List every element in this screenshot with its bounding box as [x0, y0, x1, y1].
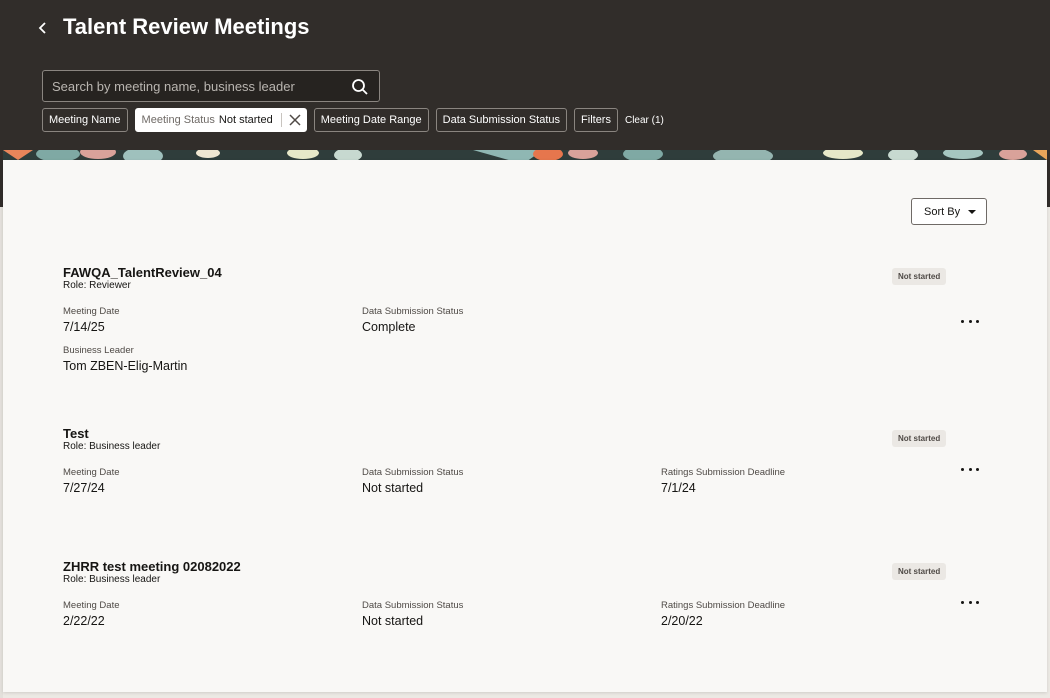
meeting-date-value: 7/14/25 — [63, 320, 105, 334]
meeting-date-label: Meeting Date — [63, 306, 120, 317]
more-actions-button[interactable] — [961, 464, 979, 474]
meeting-status-filter-value: Not started — [218, 114, 273, 126]
more-actions-button[interactable] — [961, 597, 979, 607]
status-badge: Not started — [892, 268, 947, 285]
chip-divider — [280, 113, 282, 127]
meeting-date-field: Meeting Date 7/27/24 — [63, 467, 120, 495]
sort-by-button[interactable]: Sort By — [911, 198, 987, 225]
meeting-role: Role: Business leader — [63, 574, 161, 585]
business-leader-field: Business Leader Tom ZBEN-Elig-Martin — [63, 345, 187, 373]
meeting-date-label: Meeting Date — [63, 600, 120, 611]
more-icon-dot — [961, 319, 964, 323]
meeting-status-filter[interactable]: Meeting Status Not started — [134, 108, 307, 132]
data-submission-field: Data Submission Status Not started — [362, 600, 463, 628]
more-icon-dot — [976, 319, 979, 323]
meeting-title[interactable]: ZHRR test meeting 02082022 — [63, 559, 241, 574]
meeting-name-filter[interactable]: Meeting Name — [42, 108, 128, 132]
data-submission-value: Complete — [362, 320, 416, 334]
meeting-date-field: Meeting Date 7/14/25 — [63, 306, 120, 334]
ratings-deadline-value: 2/20/22 — [661, 614, 703, 628]
business-leader-value: Tom ZBEN-Elig-Martin — [63, 359, 188, 373]
meeting-date-label: Meeting Date — [63, 467, 120, 478]
data-submission-field: Data Submission Status Complete — [362, 306, 463, 334]
data-submission-label: Data Submission Status — [362, 467, 464, 478]
close-icon — [289, 114, 301, 126]
meeting-date-value: 2/22/22 — [63, 614, 105, 628]
data-submission-field: Data Submission Status Not started — [362, 467, 463, 495]
data-submission-value: Not started — [362, 481, 424, 495]
clear-filters-link[interactable]: Clear (1) — [625, 115, 664, 126]
status-badge: Not started — [892, 430, 947, 447]
meeting-date-range-filter[interactable]: Meeting Date Range — [313, 108, 429, 132]
meeting-card: ZHRR test meeting 02082022 Role: Busines… — [63, 559, 993, 629]
data-submission-status-filter[interactable]: Data Submission Status — [435, 108, 568, 132]
chevron-left-icon — [38, 22, 46, 34]
status-badge: Not started — [892, 563, 947, 580]
meeting-card: Test Role: Business leader Not started M… — [63, 426, 993, 496]
page-title: Talent Review Meetings — [63, 14, 310, 39]
search-field[interactable] — [42, 70, 380, 102]
more-icon-dot — [961, 600, 964, 604]
search-input[interactable] — [43, 71, 343, 101]
more-icon-dot — [968, 467, 972, 471]
more-icon-dot — [976, 467, 979, 471]
ratings-deadline-label: Ratings Submission Deadline — [661, 600, 786, 611]
meeting-role: Role: Reviewer — [63, 280, 131, 291]
data-submission-value: Not started — [362, 614, 424, 628]
more-actions-button[interactable] — [961, 316, 979, 326]
meeting-date-value: 7/27/24 — [63, 481, 105, 495]
back-button[interactable] — [32, 17, 54, 39]
remove-filter-button[interactable] — [288, 113, 302, 127]
meeting-date-field: Meeting Date 2/22/22 — [63, 600, 120, 628]
ratings-deadline-field: Ratings Submission Deadline 2/20/22 — [661, 600, 785, 628]
meeting-status-filter-label: Meeting Status — [141, 114, 215, 126]
sort-by-label: Sort By — [924, 205, 961, 218]
filters-button[interactable]: Filters — [574, 108, 618, 132]
meeting-title[interactable]: Test — [63, 426, 89, 441]
ratings-deadline-field: Ratings Submission Deadline 7/1/24 — [661, 467, 785, 495]
data-submission-label: Data Submission Status — [362, 306, 464, 317]
business-leader-label: Business Leader — [63, 345, 134, 356]
meeting-card: FAWQA_TalentReview_04 Role: Reviewer Not… — [63, 265, 993, 375]
more-icon-dot — [968, 600, 972, 604]
ratings-deadline-value: 7/1/24 — [661, 481, 696, 495]
meeting-title[interactable]: FAWQA_TalentReview_04 — [63, 265, 222, 280]
meeting-role: Role: Business leader — [63, 441, 161, 452]
more-icon-dot — [976, 600, 979, 604]
search-icon[interactable] — [351, 78, 369, 96]
meetings-panel: Sort By FAWQA_TalentReview_04 Role: Revi… — [3, 160, 1047, 692]
caret-down-icon — [968, 210, 976, 214]
more-icon-dot — [961, 467, 964, 471]
filter-chips: Meeting Name Meeting Status Not started … — [42, 108, 664, 132]
more-icon-dot — [968, 319, 972, 323]
ratings-deadline-label: Ratings Submission Deadline — [661, 467, 786, 478]
data-submission-label: Data Submission Status — [362, 600, 464, 611]
